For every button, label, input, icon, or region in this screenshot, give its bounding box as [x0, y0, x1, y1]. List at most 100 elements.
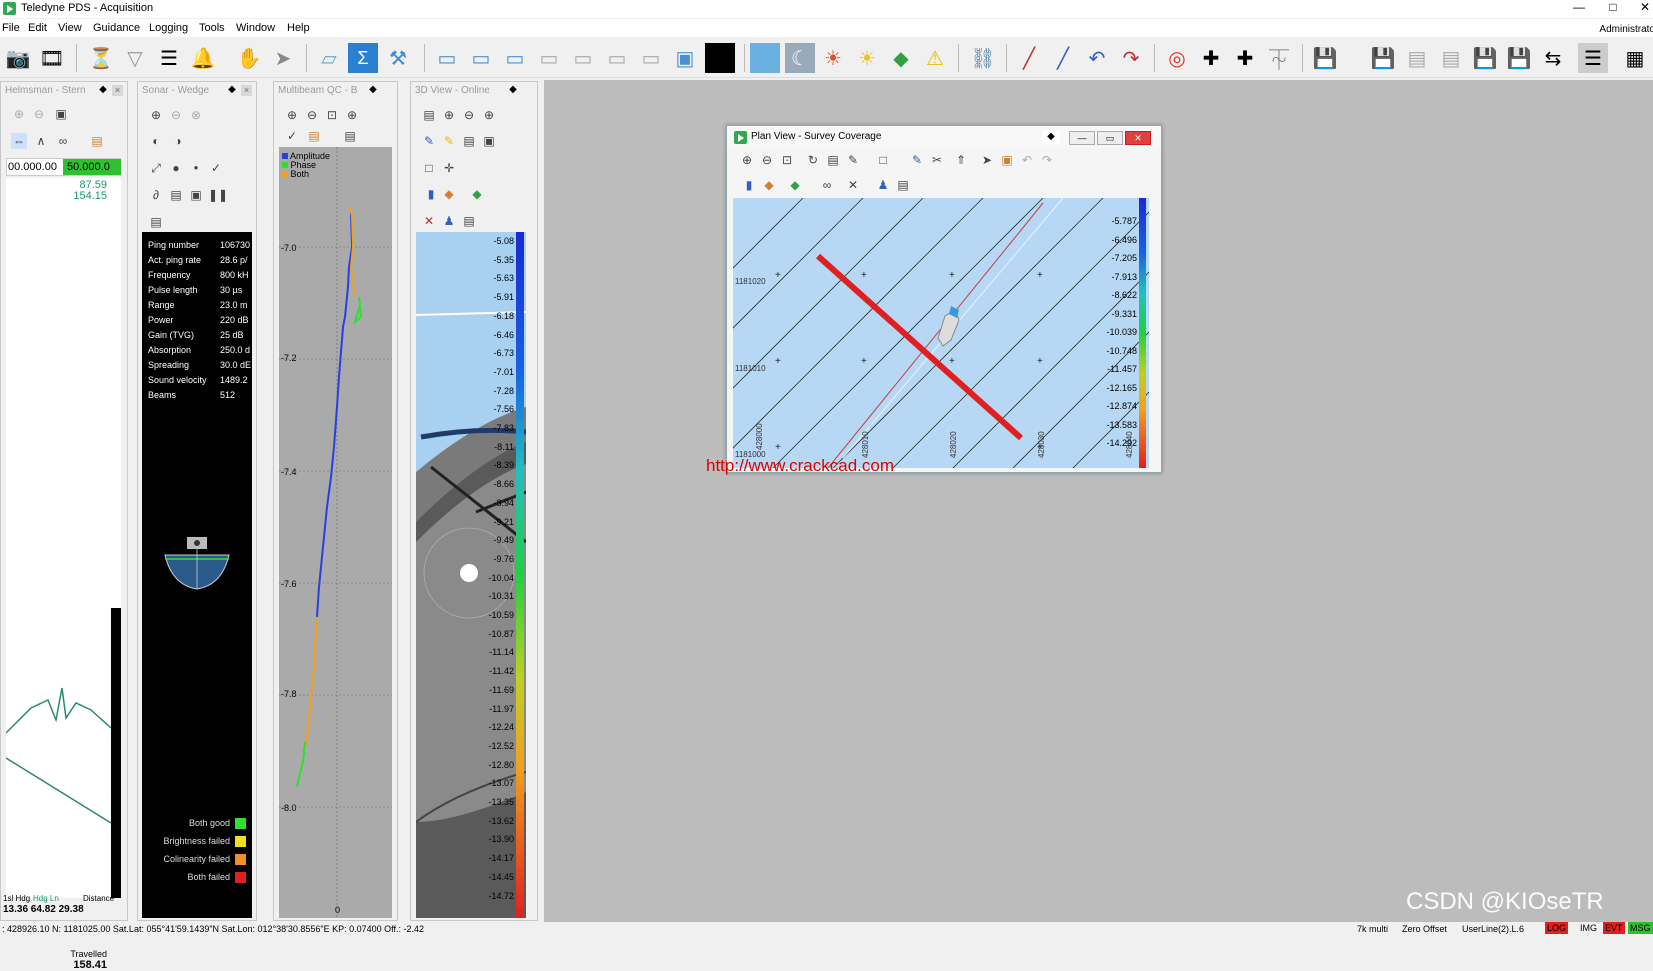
snapshot-icon[interactable]: ▣: [188, 187, 204, 203]
list-check-icon[interactable]: ☰: [1578, 43, 1608, 73]
pointer-icon[interactable]: ➤: [979, 152, 995, 168]
layers-icon[interactable]: ▦: [1620, 43, 1650, 73]
chart-window-icon[interactable]: ▣: [670, 43, 700, 73]
sky-icon[interactable]: [750, 43, 780, 73]
palette-icon[interactable]: ◆: [787, 177, 803, 193]
add-icon[interactable]: ✚: [1230, 43, 1260, 73]
zoom-window-icon[interactable]: ⊡: [324, 107, 340, 123]
menu-edit[interactable]: Edit: [28, 22, 47, 34]
camera-icon[interactable]: 📷: [3, 43, 33, 73]
zoom-in-icon[interactable]: ⊕: [284, 107, 300, 123]
evt-badge[interactable]: EVT: [1603, 922, 1625, 934]
save-lock-icon[interactable]: 💾: [1504, 43, 1534, 73]
large-dot-icon[interactable]: ●: [168, 160, 184, 176]
filter-icon[interactable]: ▽: [120, 43, 150, 73]
window-b-icon[interactable]: ▭: [568, 43, 598, 73]
auto-icon[interactable]: ⇔: [11, 133, 27, 149]
pin-icon[interactable]: ◆: [97, 84, 109, 96]
save-icon[interactable]: 💾: [1310, 43, 1340, 73]
clear-icon[interactable]: ✕: [421, 213, 437, 229]
line-rotate-icon[interactable]: ↶: [1082, 43, 1112, 73]
crosshair-icon[interactable]: ✛: [441, 160, 457, 176]
zoom-fit-icon[interactable]: ⊗: [188, 107, 204, 123]
save-img-icon[interactable]: ▤: [1436, 43, 1466, 73]
maximize-button[interactable]: □: [1598, 0, 1628, 14]
black-square-icon[interactable]: [705, 43, 735, 73]
close-button[interactable]: ✕: [1630, 0, 1653, 14]
bell-icon[interactable]: 🔔: [188, 43, 218, 73]
zoom-fit-icon[interactable]: ⊕: [344, 107, 360, 123]
trend-icon[interactable]: ∧: [33, 133, 49, 149]
tool-icon[interactable]: ⚒: [383, 43, 413, 73]
sun-bright-icon[interactable]: ☀: [852, 43, 882, 73]
target-plus-icon[interactable]: ✚: [1196, 43, 1226, 73]
hand-icon[interactable]: ✋: [234, 43, 264, 73]
window-c-icon[interactable]: ▭: [602, 43, 632, 73]
film-icon[interactable]: ▤: [825, 152, 841, 168]
film-reel-icon[interactable]: 🎞: [37, 43, 67, 73]
window-add-icon[interactable]: ▭: [466, 43, 496, 73]
close-button[interactable]: ✕: [1125, 131, 1151, 145]
vessel-icon[interactable]: ♟: [441, 213, 457, 229]
log-badge[interactable]: LOG: [1545, 922, 1569, 934]
snapshot-icon[interactable]: ▣: [53, 106, 69, 122]
window-a-icon[interactable]: ▭: [534, 43, 564, 73]
check-icon[interactable]: ✓: [208, 160, 224, 176]
window-copy-icon[interactable]: ▤: [342, 128, 358, 144]
snapshot-icon[interactable]: ▣: [481, 133, 497, 149]
window-d-icon[interactable]: ▭: [636, 43, 666, 73]
small-dot-icon[interactable]: ●: [188, 160, 204, 176]
pointer-icon[interactable]: ➤: [268, 43, 298, 73]
pin-icon[interactable]: ◆: [367, 84, 379, 96]
save-green-icon[interactable]: 💾: [1470, 43, 1500, 73]
menu-guidance[interactable]: Guidance: [93, 22, 140, 34]
edit-icon[interactable]: ✎: [845, 152, 861, 168]
window-copy-icon[interactable]: ▤: [89, 133, 105, 149]
warning-icon[interactable]: ⚠: [920, 43, 950, 73]
zoom-out-icon[interactable]: ⊖: [304, 107, 320, 123]
probe-icon[interactable]: ∂: [148, 187, 164, 203]
color-mode-icon[interactable]: ▤: [306, 128, 322, 144]
lifebuoy-icon[interactable]: ◎: [1162, 43, 1192, 73]
rotate-icon[interactable]: ↻: [805, 152, 821, 168]
zoom-window-icon[interactable]: ⊡: [779, 152, 795, 168]
menu-tools[interactable]: Tools: [199, 22, 225, 34]
menu-file[interactable]: File: [2, 22, 20, 34]
image-icon[interactable]: ▣: [999, 152, 1015, 168]
check-icon[interactable]: ✓: [284, 128, 300, 144]
sliders-icon[interactable]: ☰: [154, 43, 184, 73]
tide-icon[interactable]: ⏇: [1264, 43, 1294, 73]
img-badge[interactable]: IMG: [1578, 922, 1599, 934]
undo-icon[interactable]: ↶: [1019, 152, 1035, 168]
sun-icon[interactable]: ☀: [818, 43, 848, 73]
select-box-icon[interactable]: □: [875, 152, 891, 168]
zoom-out-icon[interactable]: ⊖: [31, 106, 47, 122]
sigma-icon[interactable]: Σ: [348, 43, 378, 73]
window-info-icon[interactable]: ▭: [500, 43, 530, 73]
pause-icon[interactable]: ❚❚: [208, 187, 228, 203]
highlight-icon[interactable]: ✎: [441, 133, 457, 149]
measure-icon[interactable]: ⤢: [148, 160, 164, 176]
layers-icon[interactable]: ▤: [421, 107, 437, 123]
close-icon[interactable]: ×: [241, 85, 252, 96]
brightness-icon[interactable]: ◑: [170, 133, 186, 149]
menu-help[interactable]: Help: [287, 22, 310, 34]
pencil-icon[interactable]: ✎: [909, 152, 925, 168]
film-icon[interactable]: ▤: [461, 133, 477, 149]
pin-icon[interactable]: ◆: [226, 84, 238, 96]
minimize-button[interactable]: —: [1069, 131, 1095, 145]
display-options-icon[interactable]: ∞: [55, 133, 71, 149]
window-copy-icon[interactable]: ▤: [461, 213, 477, 229]
close-icon[interactable]: ×: [112, 85, 123, 96]
film-icon[interactable]: ▤: [168, 187, 184, 203]
menu-view[interactable]: View: [58, 22, 82, 34]
save-check-icon[interactable]: 💾: [1368, 43, 1398, 73]
save-wcs-icon[interactable]: ▤: [1402, 43, 1432, 73]
window-copy-icon[interactable]: ▤: [148, 214, 164, 230]
clear-icon[interactable]: ✕: [845, 177, 861, 193]
maximize-button[interactable]: ▭: [1097, 131, 1123, 145]
vessel-icon[interactable]: ♟: [875, 177, 891, 193]
zoom-in-icon[interactable]: ⊕: [739, 152, 755, 168]
zoom-in-icon[interactable]: ⊕: [441, 107, 457, 123]
display-options-icon[interactable]: ∞: [819, 177, 835, 193]
